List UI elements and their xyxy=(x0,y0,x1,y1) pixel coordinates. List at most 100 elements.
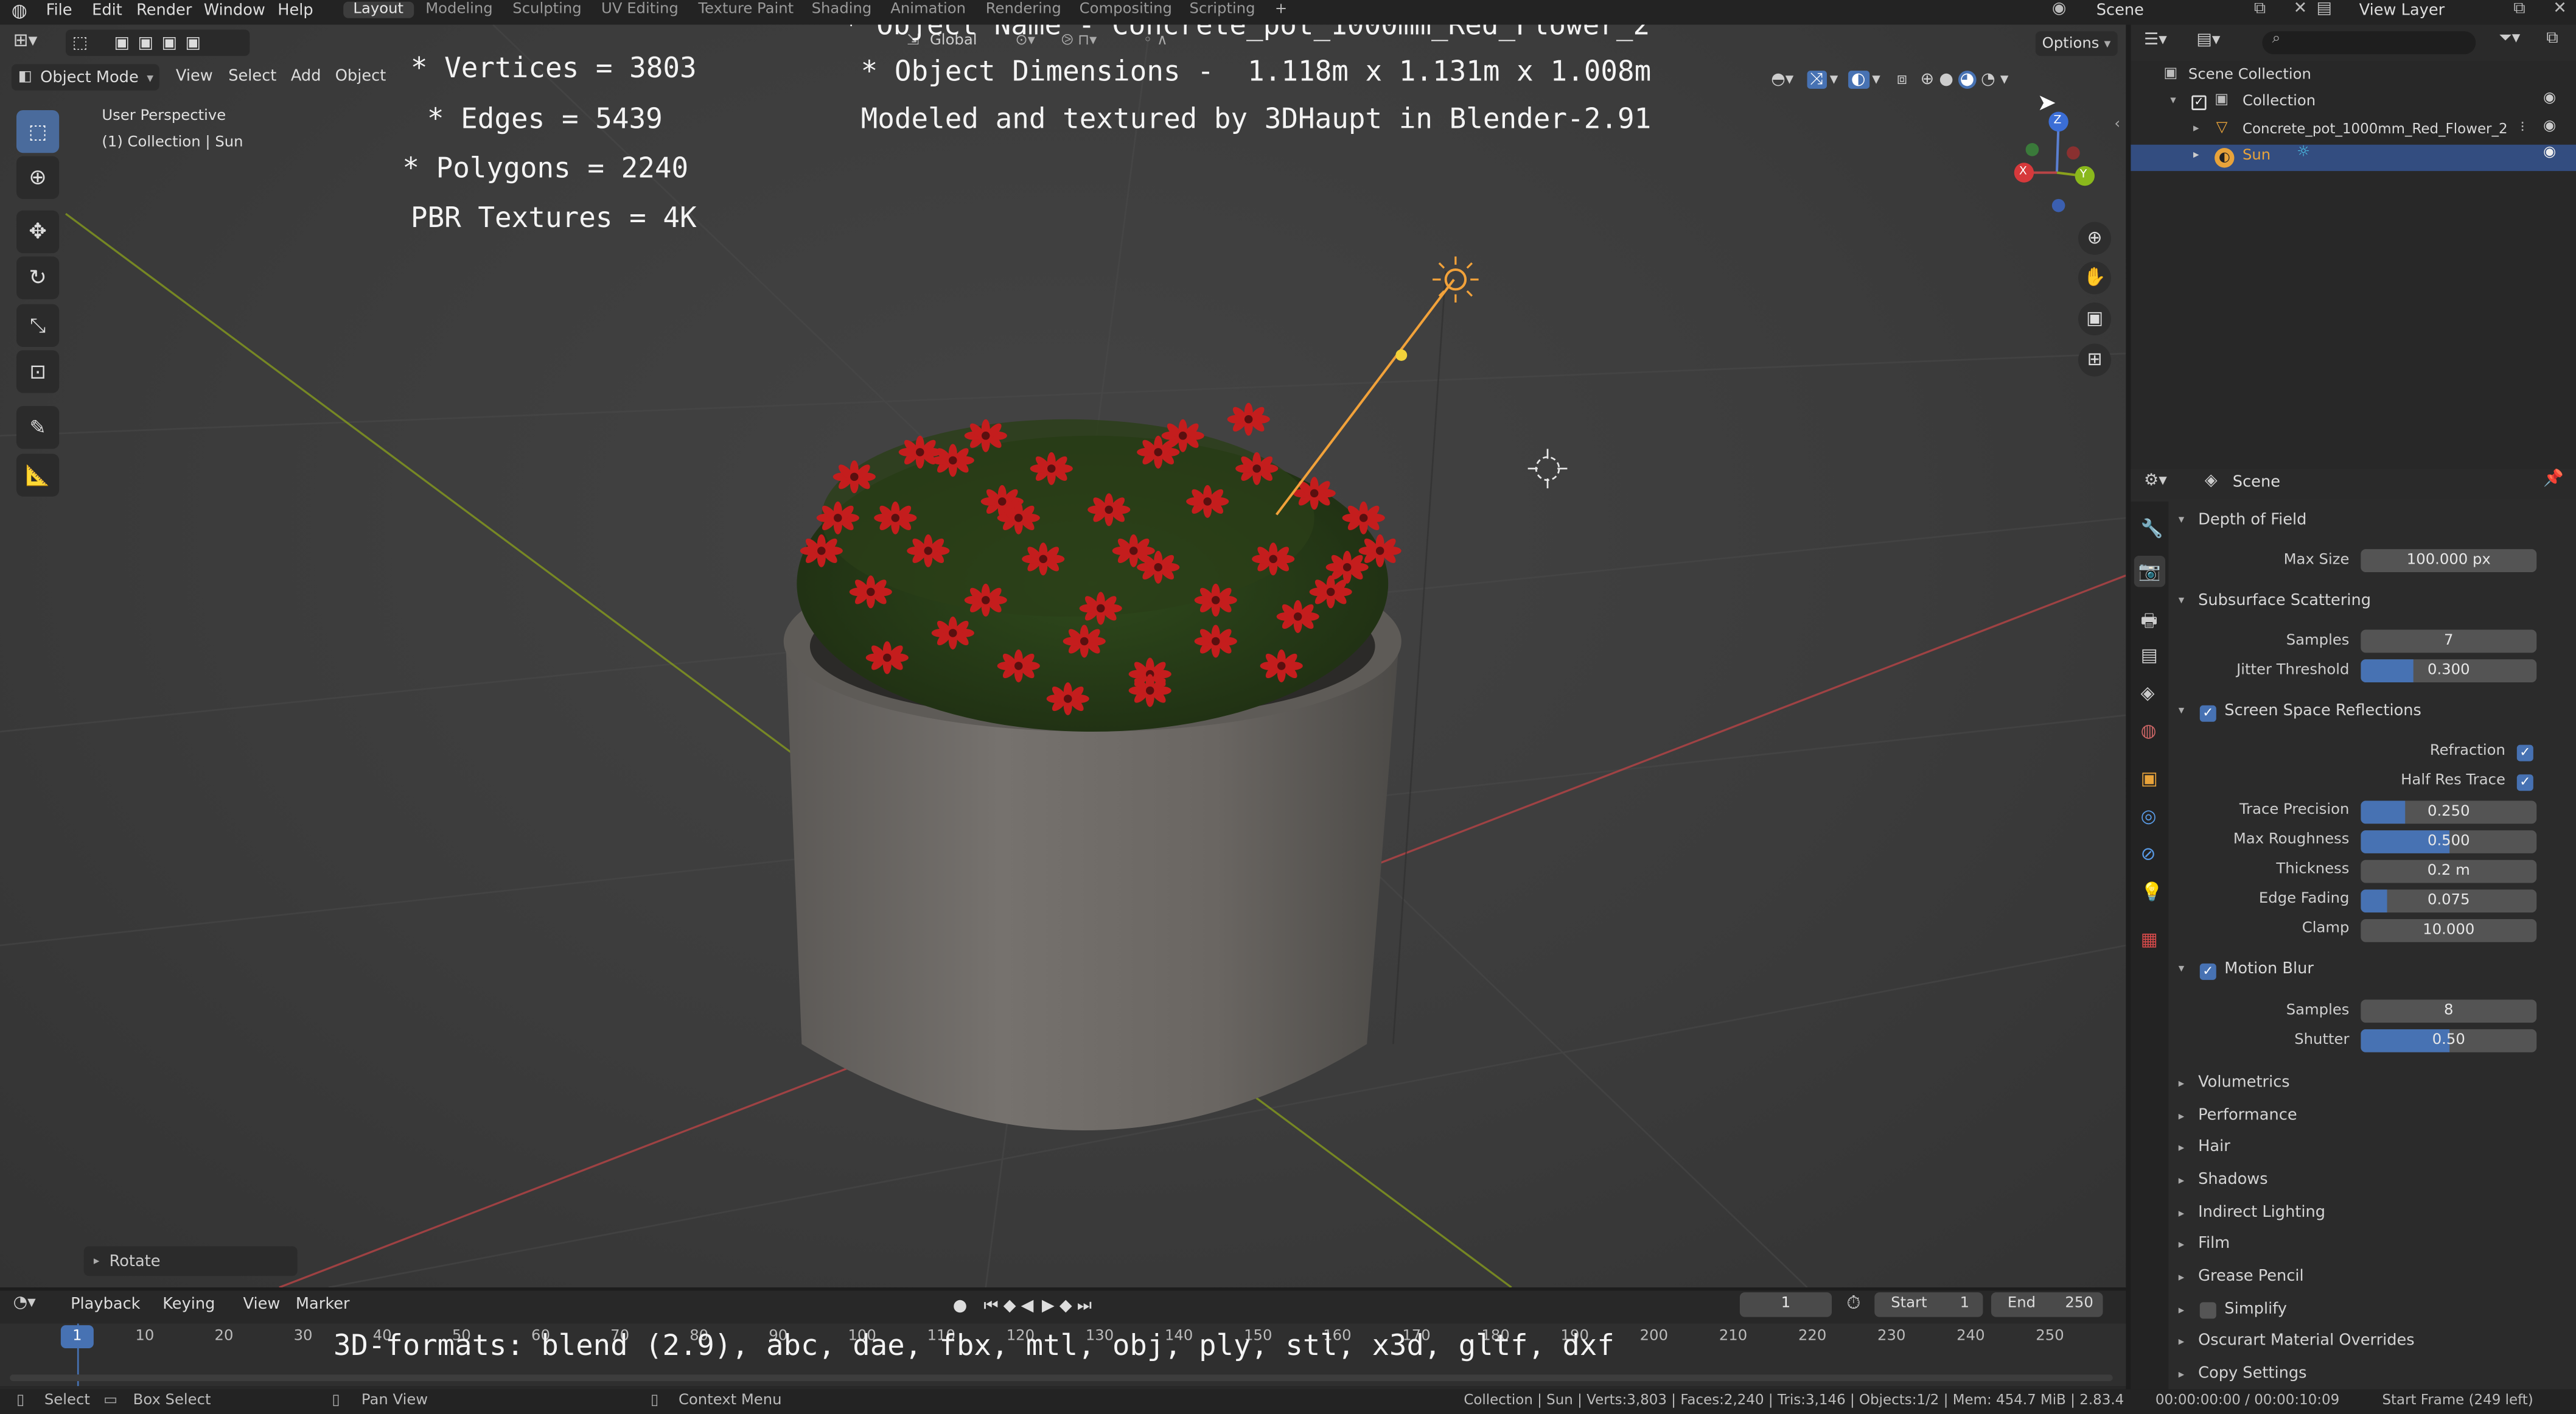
last-operator-panel[interactable]: ▸ Rotate xyxy=(83,1246,298,1276)
3d-viewport[interactable]: ⊞▾ ⬚ ▣ ▣ ▣ ▣ ◧ Object Mode ▾ View Select… xyxy=(0,24,2126,1288)
menu-playback[interactable]: Playback xyxy=(71,1296,140,1314)
3d-cursor[interactable] xyxy=(1527,449,1568,489)
half-res-trace-checkbox[interactable]: ✓ xyxy=(2516,774,2533,791)
viewport-menu-select[interactable]: Select xyxy=(228,68,276,86)
add-workspace-button[interactable]: + xyxy=(1265,2,1297,18)
cursor-tool-button[interactable]: ⊕ xyxy=(16,156,60,199)
tab-sculpting[interactable]: Sculpting xyxy=(503,2,592,18)
display-mode-icon[interactable]: ▤▾ xyxy=(2196,31,2220,49)
section-subsurface-scattering[interactable]: ▾ Subsurface Scattering xyxy=(2172,589,2566,618)
section-hair[interactable]: Hair xyxy=(2198,1138,2230,1156)
select-subtract-icon[interactable]: ▣ xyxy=(162,33,178,52)
tab-texture-paint[interactable]: Texture Paint xyxy=(688,2,803,18)
section-performance[interactable]: Performance xyxy=(2198,1107,2297,1125)
outliner-row-sun[interactable]: ▸ ◐ Sun ☼ ◉ xyxy=(2131,144,2576,171)
chevron-down-icon[interactable]: ▾ xyxy=(1830,70,1838,88)
select-mode-buttons[interactable]: ⬚ ▣ ▣ ▣ ▣ xyxy=(65,29,250,56)
motion-blur-samples-field[interactable]: 8 xyxy=(2361,999,2537,1023)
max-size-field[interactable]: 100.000 px xyxy=(2361,549,2537,573)
new-scene-icon[interactable]: ⧉ xyxy=(2254,0,2266,18)
select-extend-icon[interactable]: ▣ xyxy=(138,33,154,52)
tweak-icon[interactable]: ⬚ xyxy=(72,33,88,52)
section-film[interactable]: Film xyxy=(2198,1235,2230,1253)
section-motion-blur[interactable]: ▾ ✓ Motion Blur xyxy=(2172,957,2566,987)
scene-icon[interactable]: ◉ xyxy=(2052,0,2067,18)
menu-render[interactable]: Render xyxy=(136,2,192,20)
sidebar-toggle-icon[interactable]: ‹ xyxy=(2114,117,2120,133)
viewport-menu-object[interactable]: Object xyxy=(335,68,386,86)
tab-uv-editing[interactable]: UV Editing xyxy=(592,2,688,18)
trace-precision-slider[interactable]: 0.250 xyxy=(2361,800,2537,824)
annotate-tool-button[interactable]: ✎ xyxy=(16,406,60,449)
expand-triangle-icon[interactable]: ▸ xyxy=(2193,122,2199,135)
refraction-checkbox[interactable]: ✓ xyxy=(2516,744,2533,761)
perspective-grid-icon[interactable]: ⊞ xyxy=(2078,343,2112,377)
jitter-threshold-slider[interactable]: 0.300 xyxy=(2361,659,2537,682)
thickness-field[interactable]: 0.2 m xyxy=(2361,859,2537,883)
object-tab-icon[interactable]: ▣ xyxy=(2141,768,2158,789)
section-simplify[interactable]: Simplify xyxy=(2224,1301,2287,1319)
shutter-slider[interactable]: 0.50 xyxy=(2361,1029,2537,1052)
select-tool-button[interactable]: ⬚ xyxy=(16,110,60,153)
camera-icon[interactable]: ▣ xyxy=(2078,303,2112,336)
viewport-menu-add[interactable]: Add xyxy=(291,68,321,86)
select-box-icon[interactable]: ▣ xyxy=(114,33,130,52)
options-dropdown[interactable]: Options ▾ xyxy=(2035,31,2118,56)
section-depth-of-field[interactable]: ▾ Depth of Field xyxy=(2172,508,2566,538)
editor-type-icon[interactable]: ⊞▾ xyxy=(13,30,38,51)
collection-checkbox[interactable]: ✓ xyxy=(2191,95,2207,110)
mode-dropdown[interactable]: ◧ Object Mode ▾ xyxy=(11,64,159,91)
navigation-gizmo[interactable] xyxy=(2014,111,2095,212)
section-indirect-lighting[interactable]: Indirect Lighting xyxy=(2198,1203,2325,1222)
current-frame-field[interactable]: 1 xyxy=(1739,1292,1832,1317)
timeline-scrollbar[interactable] xyxy=(10,1374,2113,1381)
end-frame-field[interactable]: End 250 xyxy=(1991,1292,2103,1317)
overlay-toggle-icon[interactable]: ◐ xyxy=(1848,69,1869,88)
section-screen-space-reflections[interactable]: ▾ ✓ Screen Space Reflections xyxy=(2172,699,2566,729)
gizmo-toggle-icon[interactable]: ⤨ xyxy=(1806,69,1827,88)
zoom-icon[interactable]: ⊕ xyxy=(2078,222,2112,255)
world-tab-icon[interactable]: ◍ xyxy=(2141,720,2157,741)
solid-shading-icon[interactable]: ● xyxy=(1939,70,1953,88)
menu-edit[interactable]: Edit xyxy=(92,2,122,20)
filter-icon[interactable]: ⏷▾ xyxy=(2499,30,2520,48)
measure-tool-button[interactable]: 📐 xyxy=(16,453,60,497)
play-reverse-icon[interactable]: ◀ xyxy=(1021,1297,1034,1315)
rotate-tool-button[interactable]: ↻ xyxy=(16,256,60,299)
outliner-row-scene-collection[interactable]: ▣ Scene Collection xyxy=(2131,64,2576,90)
tab-modeling[interactable]: Modeling xyxy=(416,2,503,18)
red-flowers[interactable] xyxy=(797,402,1401,732)
menu-marker[interactable]: Marker xyxy=(296,1296,350,1314)
section-oscurart-material-overrides[interactable]: Oscurart Material Overrides xyxy=(2198,1332,2415,1350)
tool-tab-icon[interactable]: 🔧 xyxy=(2141,518,2163,539)
jump-start-icon[interactable]: ⏮ xyxy=(983,1297,998,1315)
menu-file[interactable]: File xyxy=(46,2,72,20)
editor-type-icon[interactable]: ⚙▾ xyxy=(2144,472,2167,490)
record-icon[interactable]: ● xyxy=(953,1297,968,1315)
outliner-search-input[interactable]: ⌕ xyxy=(2262,31,2476,55)
motion-blur-checkbox[interactable]: ✓ xyxy=(2199,963,2216,980)
rendered-shading-icon[interactable]: ◔ xyxy=(1981,70,1995,88)
play-icon[interactable]: ▶ xyxy=(1042,1297,1055,1315)
tab-rendering[interactable]: Rendering xyxy=(976,2,1071,18)
outliner-row-collection[interactable]: ▾ ✓ ▣ Collection ◉ xyxy=(2131,91,2576,117)
section-volumetrics[interactable]: Volumetrics xyxy=(2198,1074,2290,1092)
stopwatch-icon[interactable]: ⏱ xyxy=(1846,1292,1860,1315)
scale-tool-button[interactable]: ⤡ xyxy=(16,304,60,347)
tab-scripting[interactable]: Scripting xyxy=(1179,2,1265,18)
eye-icon[interactable]: ◉ xyxy=(2543,145,2556,161)
eye-icon[interactable]: ◉ xyxy=(2543,118,2556,135)
view-layer-icon[interactable]: ▤ xyxy=(2316,0,2332,18)
scene-tab-icon[interactable]: ◈ xyxy=(2141,682,2155,704)
section-shadows[interactable]: Shadows xyxy=(2198,1171,2268,1189)
next-keyframe-icon[interactable]: ◆ xyxy=(1059,1297,1072,1315)
sss-samples-field[interactable]: 7 xyxy=(2361,629,2537,653)
outliner-row-concrete-pot[interactable]: ▸ ▽ Concrete_pot_1000mm_Red_Flower_2 ⁝ ◉ xyxy=(2131,118,2576,144)
tab-layout[interactable]: Layout xyxy=(343,1,414,18)
tab-animation[interactable]: Animation xyxy=(881,2,976,18)
blender-logo-icon[interactable]: ◍ xyxy=(12,0,27,21)
remove-view-layer-icon[interactable]: ✕ xyxy=(2553,0,2567,18)
new-view-layer-icon[interactable]: ⧉ xyxy=(2513,0,2525,18)
view-layer-selector[interactable]: View Layer xyxy=(2359,2,2445,20)
viewport-menu-view[interactable]: View xyxy=(176,68,213,86)
